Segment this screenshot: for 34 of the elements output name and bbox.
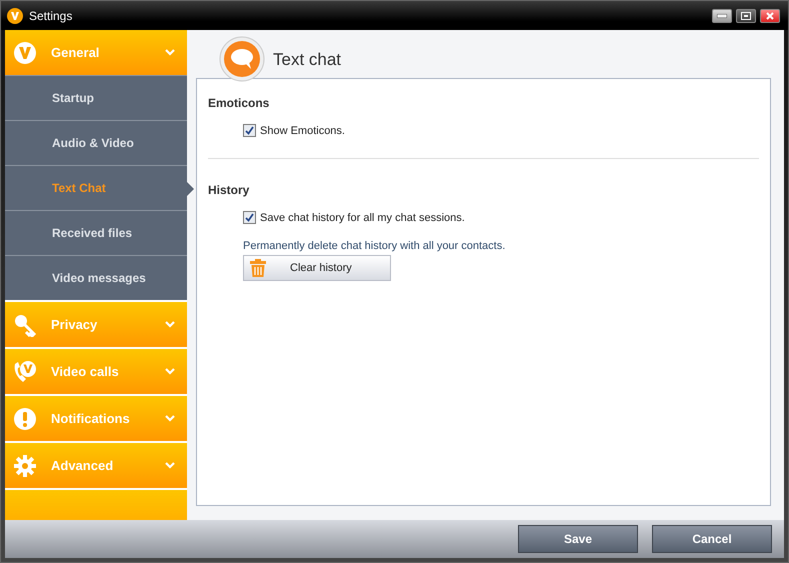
window-title: Settings xyxy=(29,8,74,22)
sidebar-item[interactable]: Video messages xyxy=(5,255,187,300)
footer-button[interactable]: Cancel xyxy=(652,525,772,553)
close-button[interactable] xyxy=(760,8,780,22)
sidebar-item[interactable]: Received files xyxy=(5,210,187,255)
checkbox-label: Show Emoticons. xyxy=(260,124,345,136)
app-logo-icon xyxy=(7,8,23,24)
description-text: Permanently delete chat history with all your contacts. xyxy=(243,240,506,252)
clear-history-button[interactable]: Clear history xyxy=(243,255,391,281)
maximize-icon xyxy=(741,12,751,20)
chevron-icon xyxy=(165,49,175,56)
phone-logo-icon xyxy=(13,360,37,384)
checkbox[interactable] xyxy=(243,124,256,137)
checkbox[interactable] xyxy=(243,211,256,224)
chevron-icon xyxy=(165,415,175,422)
footer-button[interactable]: Save xyxy=(518,525,638,553)
trash-icon xyxy=(250,259,266,277)
chevron-icon xyxy=(165,462,175,469)
chevron-icon xyxy=(165,368,175,375)
page-title: Text chat xyxy=(273,50,342,70)
minimize-icon xyxy=(717,14,727,18)
chevron-icon xyxy=(165,321,175,328)
checkbox-label: Save chat history for all my chat sessions. xyxy=(260,212,465,224)
key-icon xyxy=(13,312,37,336)
close-icon xyxy=(766,12,774,20)
sidebar-item[interactable]: Audio & Video xyxy=(5,120,187,165)
section-heading: History xyxy=(208,183,250,197)
logo-icon xyxy=(13,40,37,64)
exclamation-icon xyxy=(13,406,37,430)
minimize-button[interactable] xyxy=(712,8,732,22)
sidebar-item[interactable]: Startup xyxy=(5,75,187,120)
gear-icon xyxy=(13,454,37,478)
section-heading: Emoticons xyxy=(208,96,270,110)
maximize-button[interactable] xyxy=(736,8,756,22)
